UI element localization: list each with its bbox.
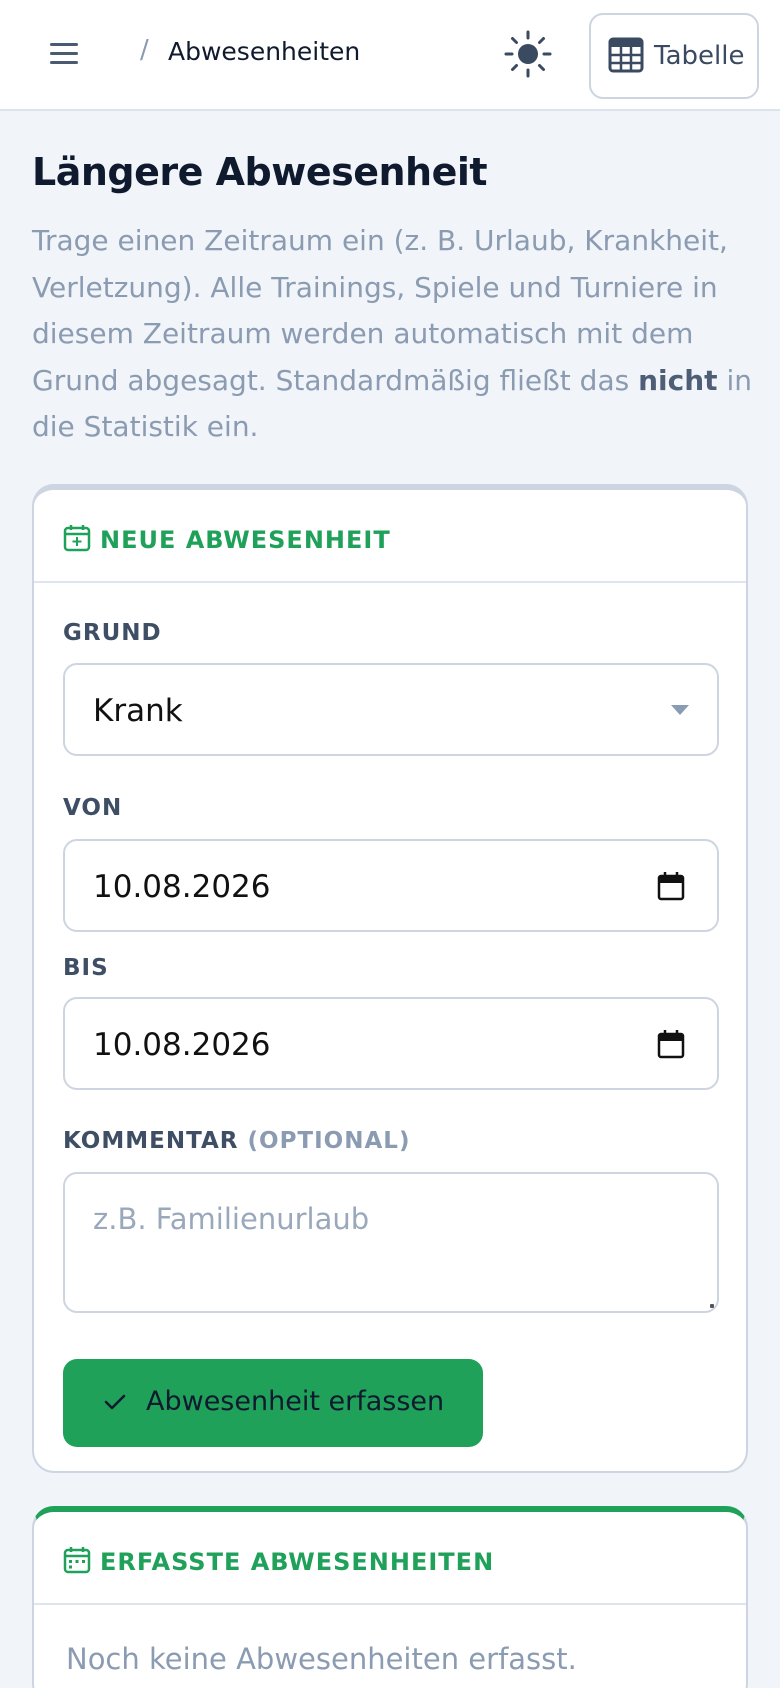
intro-text-emphasis: nicht: [638, 363, 718, 397]
intro-text-part: Trage einen Zeitraum ein (z. B. Urlaub, …: [32, 224, 728, 397]
table-icon: [608, 37, 644, 73]
to-date-value: 10.08.2026: [93, 1027, 271, 1063]
card-header: NEUE ABWESENHEIT: [34, 490, 746, 583]
submit-button-label: Abwesenheit erfassen: [146, 1386, 445, 1417]
comment-optional-hint: (OPTIONAL): [247, 1128, 411, 1154]
from-date-input[interactable]: 10.08.2026: [63, 839, 719, 932]
card-heading: NEUE ABWESENHEIT: [100, 526, 391, 554]
card-heading: ERFASSTE ABWESENHEITEN: [100, 1548, 495, 1576]
calendar-plus-icon: [63, 525, 91, 552]
comment-textarea[interactable]: z.B. Familienurlaub: [63, 1172, 719, 1313]
from-label: VON: [63, 795, 123, 821]
page-breadcrumb-title: Abwesenheiten: [168, 37, 361, 66]
table-button-label: Tabelle: [654, 41, 745, 71]
hamburger-icon[interactable]: [44, 34, 84, 74]
submit-absence-button[interactable]: Abwesenheit erfassen: [63, 1359, 483, 1447]
to-label: BIS: [63, 955, 109, 981]
top-bar: / Abwesenheiten Tabelle: [0, 0, 780, 111]
comment-label: KOMMENTAR (OPTIONAL): [63, 1128, 410, 1154]
chevron-down-icon: [671, 705, 689, 715]
recorded-absences-card: ERFASSTE ABWESENHEITEN Noch keine Abwese…: [32, 1506, 748, 1688]
to-date-input[interactable]: 10.08.2026: [63, 997, 719, 1090]
new-absence-card: NEUE ABWESENHEIT GRUND Krank VON 10.08.2…: [32, 484, 748, 1473]
sun-icon[interactable]: [503, 29, 553, 79]
comment-placeholder: z.B. Familienurlaub: [93, 1202, 370, 1236]
empty-state-text: Noch keine Abwesenheiten erfasst.: [66, 1642, 577, 1676]
comment-label-text: KOMMENTAR: [63, 1128, 239, 1154]
table-view-button[interactable]: Tabelle: [589, 13, 759, 99]
card-header: ERFASSTE ABWESENHEITEN: [34, 1512, 746, 1605]
reason-value: Krank: [93, 693, 183, 729]
breadcrumb-separator: /: [140, 35, 149, 65]
intro-text: Trage einen Zeitraum ein (z. B. Urlaub, …: [32, 218, 752, 451]
resize-handle[interactable]: [710, 1304, 714, 1308]
calendar-icon[interactable]: [657, 1029, 685, 1059]
reason-label: GRUND: [63, 620, 162, 646]
checkmark-icon: [104, 1394, 126, 1410]
calendar-icon[interactable]: [657, 871, 685, 901]
from-date-value: 10.08.2026: [93, 869, 271, 905]
reason-select[interactable]: Krank: [63, 663, 719, 756]
page-title: Längere Abwesenheit: [32, 150, 488, 194]
calendar-list-icon: [63, 1547, 91, 1574]
